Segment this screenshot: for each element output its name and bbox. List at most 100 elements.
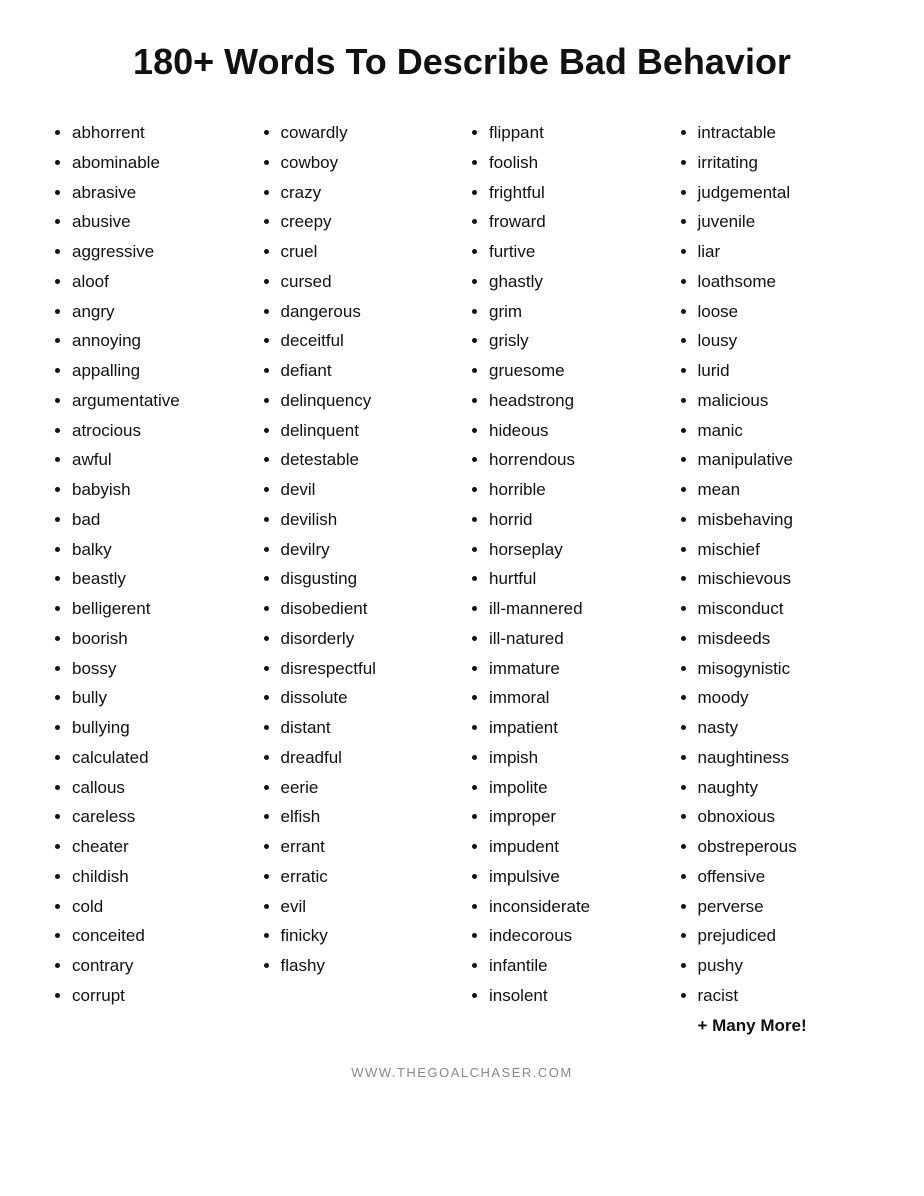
list-item: cold	[72, 892, 249, 922]
list-item: impulsive	[489, 862, 666, 892]
list-item: pushy	[698, 951, 875, 981]
list-item: delinquency	[281, 386, 458, 416]
list-item: moody	[698, 683, 875, 713]
list-item: improper	[489, 802, 666, 832]
list-item: aggressive	[72, 237, 249, 267]
list-item: eerie	[281, 773, 458, 803]
list-item: infantile	[489, 951, 666, 981]
list-item: impudent	[489, 832, 666, 862]
list-item: conceited	[72, 921, 249, 951]
list-item: prejudiced	[698, 921, 875, 951]
list-item: dangerous	[281, 297, 458, 327]
list-item: childish	[72, 862, 249, 892]
list-item: impatient	[489, 713, 666, 743]
list-item: careless	[72, 802, 249, 832]
word-list-3: flippantfoolishfrightfulfrowardfurtivegh…	[467, 118, 666, 1011]
list-item: naughtiness	[698, 743, 875, 773]
list-item: ill-mannered	[489, 594, 666, 624]
list-item: crazy	[281, 178, 458, 208]
list-item: dreadful	[281, 743, 458, 773]
list-item: inconsiderate	[489, 892, 666, 922]
list-item: cowboy	[281, 148, 458, 178]
list-item: abhorrent	[72, 118, 249, 148]
list-item: devilish	[281, 505, 458, 535]
list-item: hurtful	[489, 564, 666, 594]
list-item: beastly	[72, 564, 249, 594]
list-item: malicious	[698, 386, 875, 416]
list-item: frightful	[489, 178, 666, 208]
list-item: distant	[281, 713, 458, 743]
list-item: flashy	[281, 951, 458, 981]
list-item: horrendous	[489, 445, 666, 475]
list-item: misconduct	[698, 594, 875, 624]
list-item: devilry	[281, 535, 458, 565]
list-item: boorish	[72, 624, 249, 654]
list-item: hideous	[489, 416, 666, 446]
list-item: perverse	[698, 892, 875, 922]
word-list-4: intractableirritatingjudgementaljuvenile…	[676, 118, 875, 1011]
list-item: immoral	[489, 683, 666, 713]
list-item: cheater	[72, 832, 249, 862]
list-item: cowardly	[281, 118, 458, 148]
list-item: appalling	[72, 356, 249, 386]
list-item: gruesome	[489, 356, 666, 386]
list-item: lurid	[698, 356, 875, 386]
list-item: naughty	[698, 773, 875, 803]
list-item: horseplay	[489, 535, 666, 565]
word-columns: abhorrentabominableabrasiveabusiveaggres…	[50, 118, 874, 1040]
list-item: impish	[489, 743, 666, 773]
word-column-1: abhorrentabominableabrasiveabusiveaggres…	[50, 118, 249, 1040]
list-item: balky	[72, 535, 249, 565]
list-item: flippant	[489, 118, 666, 148]
list-item: detestable	[281, 445, 458, 475]
list-item: callous	[72, 773, 249, 803]
list-item: judgemental	[698, 178, 875, 208]
list-item: argumentative	[72, 386, 249, 416]
list-item: bad	[72, 505, 249, 535]
list-item: mischief	[698, 535, 875, 565]
list-item: delinquent	[281, 416, 458, 446]
list-item: elfish	[281, 802, 458, 832]
page-title: 180+ Words To Describe Bad Behavior	[50, 40, 874, 83]
list-item: belligerent	[72, 594, 249, 624]
list-item: mean	[698, 475, 875, 505]
list-item: obstreperous	[698, 832, 875, 862]
list-item: calculated	[72, 743, 249, 773]
list-item: bullying	[72, 713, 249, 743]
list-item: nasty	[698, 713, 875, 743]
list-item: loose	[698, 297, 875, 327]
word-column-2: cowardlycowboycrazycreepycruelcurseddang…	[259, 118, 458, 1040]
list-item: horrible	[489, 475, 666, 505]
list-item: bossy	[72, 654, 249, 684]
list-item: misogynistic	[698, 654, 875, 684]
list-item: racist	[698, 981, 875, 1011]
list-item: froward	[489, 207, 666, 237]
list-item: disorderly	[281, 624, 458, 654]
list-item: loathsome	[698, 267, 875, 297]
word-column-3: flippantfoolishfrightfulfrowardfurtivegh…	[467, 118, 666, 1040]
list-item: grim	[489, 297, 666, 327]
list-item: impolite	[489, 773, 666, 803]
footer-text: WWW.THEGOALCHASER.COM	[50, 1065, 874, 1080]
list-item: liar	[698, 237, 875, 267]
list-item: immature	[489, 654, 666, 684]
list-item: lousy	[698, 326, 875, 356]
list-item: disrespectful	[281, 654, 458, 684]
list-item: disobedient	[281, 594, 458, 624]
list-item: insolent	[489, 981, 666, 1011]
list-item: grisly	[489, 326, 666, 356]
list-item: ghastly	[489, 267, 666, 297]
list-item: abominable	[72, 148, 249, 178]
extra-note: + Many More!	[676, 1011, 875, 1041]
list-item: horrid	[489, 505, 666, 535]
list-item: angry	[72, 297, 249, 327]
list-item: dissolute	[281, 683, 458, 713]
list-item: defiant	[281, 356, 458, 386]
list-item: contrary	[72, 951, 249, 981]
list-item: foolish	[489, 148, 666, 178]
list-item: manipulative	[698, 445, 875, 475]
list-item: irritating	[698, 148, 875, 178]
list-item: abrasive	[72, 178, 249, 208]
list-item: bully	[72, 683, 249, 713]
list-item: indecorous	[489, 921, 666, 951]
